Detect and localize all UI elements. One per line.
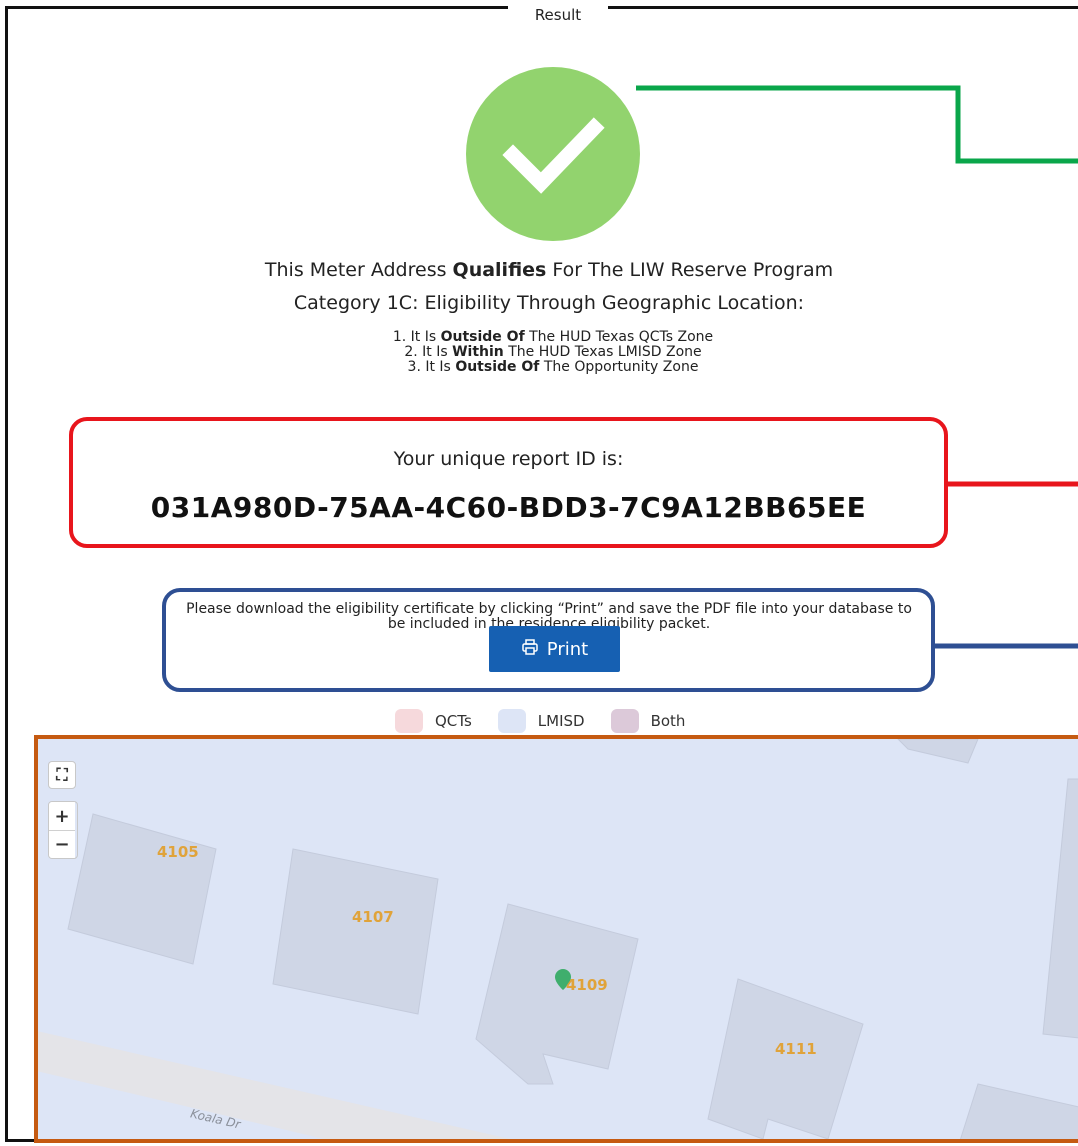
print-button-label: Print [546,638,589,660]
house-number-label: 4109 [566,976,608,994]
building-bottom-right [960,1083,1078,1139]
fullscreen-expand-icon[interactable]: ⛶ [48,761,76,789]
map-legend: QCTs LMISD Both [395,709,711,733]
criteria-item: 1. It Is Outside Of The HUD Texas QCTs Z… [392,329,714,345]
building-4109 [475,903,639,1085]
legend-swatch-qcts [395,709,423,733]
print-button[interactable]: Print [489,626,620,672]
legend-swatch-both [610,709,639,733]
legend-label: QCTs [435,712,472,730]
building-4107 [272,848,439,1015]
legend-item-lmisd: LMISD [497,709,585,733]
criteria-list: 1. It Is Outside Of The HUD Texas QCTs Z… [373,330,733,375]
zoom-in-button[interactable]: + [49,802,75,830]
building-partial [897,739,979,764]
success-check-icon [466,67,640,241]
legend-item-qcts: QCTs [395,709,472,733]
house-number-label: 4111 [775,1040,817,1058]
report-id-label: Your unique report ID is: [393,448,624,470]
report-id-value: 031A980D-75AA-4C60-BDD3-7C9A12BB65EE [150,491,867,524]
legend-item-both: Both [610,709,686,733]
qualification-statement: This Meter Address Qualifies For The LIW… [264,259,834,281]
panel-title: Result [508,0,608,30]
zoom-controls: + − [48,801,78,859]
criteria-item: 3. It Is Outside Of The Opportunity Zone [407,359,699,375]
legend-label: LMISD [537,712,585,730]
house-number-label: 4105 [157,843,199,861]
building-right-edge [1042,778,1078,1039]
criteria-item: 2. It Is Within The HUD Texas LMISD Zone [404,344,702,360]
building-4105 [67,813,217,965]
legend-swatch-lmisd [497,709,526,733]
zoom-out-button[interactable]: − [49,830,75,858]
map-canvas[interactable] [38,739,1078,1143]
category-statement: Category 1C: Eligibility Through Geograp… [293,292,805,314]
house-number-label: 4107 [352,908,394,926]
report-id-box: Your unique report ID is: 031A980D-75AA-… [69,417,948,548]
map-controls: ⛶ + − [48,761,78,859]
print-certificate-box: Please download the eligibility certific… [162,588,935,692]
legend-label: Both [650,712,686,730]
building-4111 [707,978,864,1139]
printer-icon [521,638,539,661]
map-view[interactable]: ⛶ + − 4105 4107 4109 4111 Koala Dr [34,735,1078,1143]
